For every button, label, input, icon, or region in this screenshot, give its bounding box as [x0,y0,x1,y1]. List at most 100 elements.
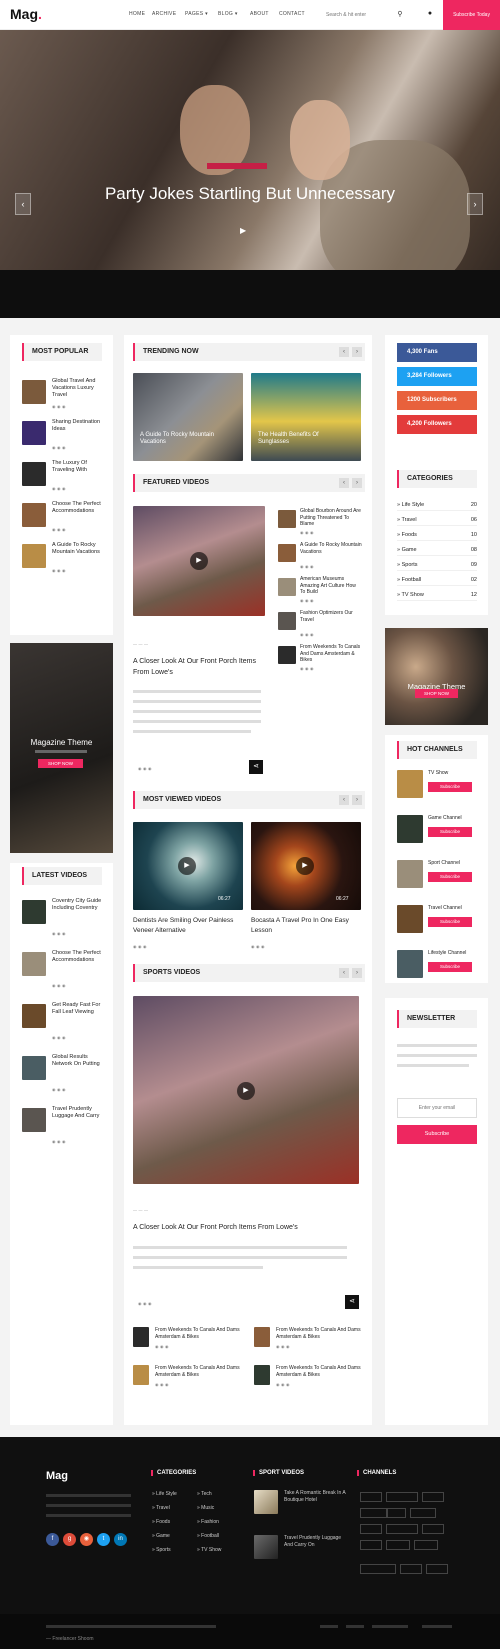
channel-name[interactable]: Sport Channel [428,860,478,867]
video-thumb[interactable] [133,1365,149,1385]
subscribe-button[interactable]: Subscribe [428,917,472,927]
post-title[interactable]: The Luxury Of Traveling With [52,460,104,474]
footer-category-link[interactable]: » Travel [152,1505,170,1511]
video-title[interactable]: Global Results Network On Putting [52,1054,104,1068]
footer-video-thumb[interactable] [254,1490,278,1514]
video-thumb[interactable] [278,646,296,664]
video-thumb[interactable] [278,510,296,528]
post-thumb[interactable] [22,503,46,527]
nav-about[interactable]: ABOUT [250,11,269,17]
footer-category-link[interactable]: » Game [152,1533,170,1539]
facebook-icon[interactable]: f [46,1533,59,1546]
tag[interactable] [360,1492,382,1502]
post-thumb[interactable] [22,380,46,404]
category-item[interactable]: » Travel 06 [397,514,477,526]
footer-link[interactable] [372,1625,408,1628]
footer-category-link[interactable]: » Music [197,1505,214,1511]
channel-avatar[interactable] [397,860,423,888]
video-title[interactable]: Travel Prudently Luggage And Carry [52,1106,104,1120]
video-title[interactable]: Bocasta A Travel Pro In One Easy Lesson [251,916,361,936]
subscribe-button[interactable]: Subscribe [428,827,472,837]
video-title[interactable]: Global Bourbon Around Are Putting Threat… [300,508,362,528]
twitter-counter[interactable]: 3,284 Followers [397,367,477,386]
nav-blog[interactable]: BLOG ▾ [218,11,238,17]
category-item[interactable]: » Game 08 [397,544,477,556]
video-title[interactable]: From Weekends To Canals And Dams Amsterd… [155,1365,247,1379]
trending-card-title[interactable]: The Health Benefits Of Sunglasses [258,432,350,446]
play-icon[interactable]: ▶ [240,226,250,236]
share-icon[interactable]: ⋖ [345,1295,359,1309]
trending-card-title[interactable]: A Guide To Rocky Mountain Vacations [140,432,232,446]
footer-category-link[interactable]: » Tech [197,1491,212,1497]
promo-banner[interactable] [10,643,113,853]
footer-video-title[interactable]: Take A Romantic Break In A Boutique Hote… [284,1490,349,1504]
video-title[interactable]: From Weekends To Canals And Dams Amsterd… [276,1327,368,1341]
promo-shop-button[interactable]: SHOP NOW [415,689,458,698]
nav-home[interactable]: HOME [129,11,145,17]
facebook-counter[interactable]: 4,300 Fans [397,343,477,362]
play-icon[interactable]: ▶ [190,552,208,570]
channel-avatar[interactable] [397,770,423,798]
sports-main-title[interactable]: A Closer Look At Our Front Porch Items F… [133,1222,359,1233]
subscribe-button[interactable]: Subscribe [428,872,472,882]
slider-next-button[interactable]: › [467,193,483,215]
category-item[interactable]: » Life Style 20 [397,499,477,511]
tag[interactable] [422,1492,444,1502]
post-title[interactable]: Choose The Perfect Accommodations [52,501,104,515]
site-logo[interactable]: Mag. [10,6,42,22]
linkedin-icon[interactable]: in [114,1533,127,1546]
subscribe-button[interactable]: Subscribe [428,782,472,792]
subscribe-button[interactable]: Subscribe [428,962,472,972]
tag[interactable] [386,1524,418,1534]
newsletter-subscribe-button[interactable]: Subscribe [397,1125,477,1144]
featured-main-title[interactable]: A Closer Look At Our Front Porch Items F… [133,656,263,678]
next-button[interactable]: › [352,347,362,357]
channel-avatar[interactable] [397,815,423,843]
post-thumb[interactable] [22,544,46,568]
tag[interactable] [360,1524,382,1534]
channel-name[interactable]: Lifestyle Channel [428,950,478,957]
video-thumb[interactable] [278,544,296,562]
video-thumb[interactable] [254,1327,270,1347]
footer-category-link[interactable]: » Fashion [197,1519,219,1525]
google-plus-icon[interactable]: g [63,1533,76,1546]
trending-card-image[interactable] [251,373,361,461]
search-icon[interactable]: ⚲ [395,10,405,20]
category-item[interactable]: » TV Show 12 [397,589,477,601]
video-title[interactable]: Get Ready Fast For Fall Leaf Viewing [52,1002,104,1016]
channel-avatar[interactable] [397,950,423,978]
nav-contact[interactable]: CONTACT [279,11,305,17]
search-input[interactable] [326,9,406,21]
post-title[interactable]: Global Travel And Vacations Luxury Trave… [52,378,104,399]
post-thumb[interactable] [22,462,46,486]
tag[interactable] [386,1540,410,1550]
footer-category-link[interactable]: » Life Style [152,1491,177,1497]
video-title[interactable]: From Weekends To Canals And Dams Amsterd… [155,1327,247,1341]
hero-title[interactable]: Party Jokes Startling But Unnecessary [0,184,500,204]
next-button[interactable]: › [352,478,362,488]
tag[interactable] [360,1508,388,1518]
next-button[interactable]: › [352,968,362,978]
channel-name[interactable]: Game Channel [428,815,478,822]
newsletter-email-input[interactable] [397,1098,477,1118]
nav-archive[interactable]: ARCHIVE [152,11,176,17]
footer-link[interactable] [320,1625,338,1628]
promo-shop-button[interactable]: SHOP NOW [38,759,83,768]
post-thumb[interactable] [22,421,46,445]
category-item[interactable]: » Sports 09 [397,559,477,571]
user-icon[interactable]: ● [425,10,435,20]
prev-button[interactable]: ‹ [339,968,349,978]
tag[interactable] [360,1540,382,1550]
twitter-icon[interactable]: t [97,1533,110,1546]
video-thumb[interactable] [133,1327,149,1347]
tag[interactable] [386,1492,418,1502]
video-thumb[interactable] [22,1108,46,1132]
channel-avatar[interactable] [397,905,423,933]
footer-category-link[interactable]: » TV Show [197,1547,221,1553]
trending-card-image[interactable] [133,373,243,461]
promo-banner[interactable] [385,628,488,725]
footer-credit[interactable]: — Freelancer Shoom [46,1636,94,1642]
prev-button[interactable]: ‹ [339,478,349,488]
video-thumb[interactable] [22,952,46,976]
channel-name[interactable]: Travel Channel [428,905,478,912]
